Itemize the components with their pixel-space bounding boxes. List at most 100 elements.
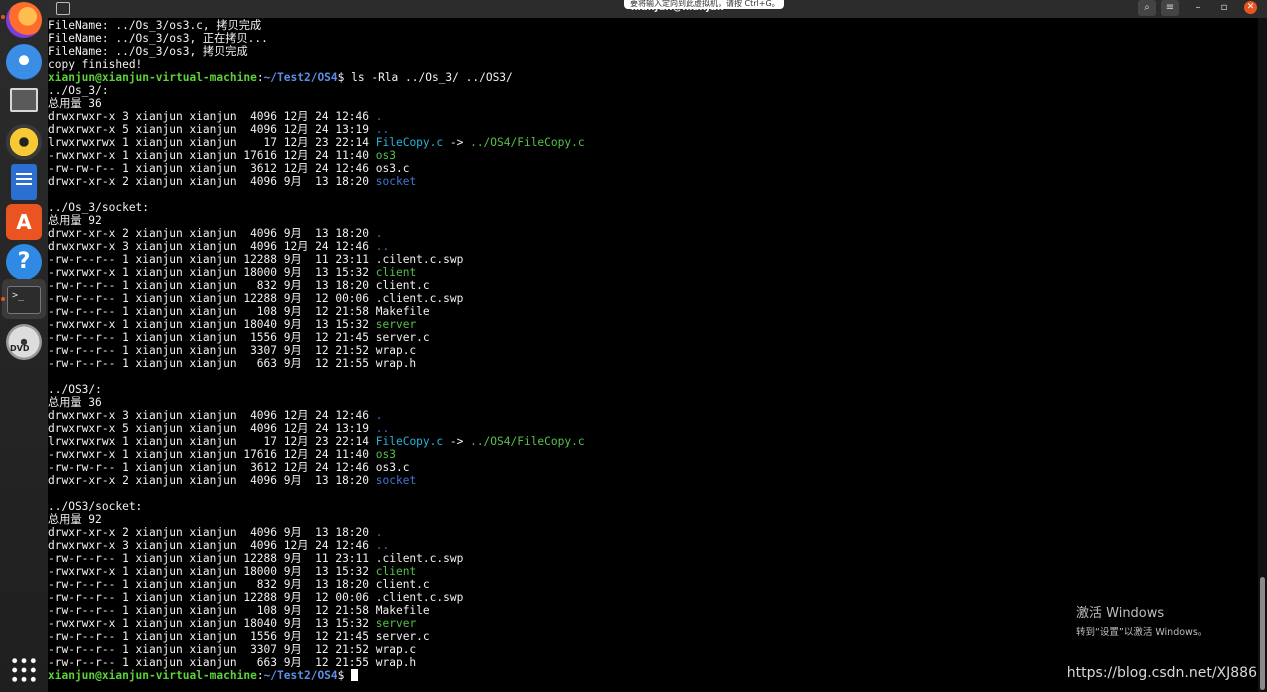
terminal-line: -rw-r--r-- 1 xianjun xianjun 1556 9月 12 … [48,630,585,643]
terminal-line: 总用量 92 [48,214,585,227]
terminal-line: FileName: ../Os_3/os3.c, 拷贝完成 [48,19,585,32]
help-icon[interactable] [6,244,42,280]
terminal-text: -rw-r--r-- 1 xianjun xianjun 3307 9月 12 … [48,643,417,656]
terminal-text: . [375,526,383,539]
search-icon[interactable]: ⌕ [1138,0,1156,16]
scrollbar-thumb[interactable] [1260,577,1265,690]
files-icon[interactable] [10,88,38,112]
terminal-line: -rw-r--r-- 1 xianjun xianjun 12288 9月 12… [48,292,585,305]
terminal-text: ../Os_3/socket: [48,201,150,214]
terminal-text: ~/Test2/OS4 [263,71,338,84]
terminal-text: 总用量 36 [48,396,102,409]
terminal-line: -rwxrwxr-x 1 xianjun xianjun 17616 12月 2… [48,149,585,162]
scrollbar[interactable] [1258,18,1267,692]
terminal-text: ../OS4/FileCopy.c [470,136,585,149]
thunderbird-icon[interactable] [6,44,42,80]
rhythmbox-icon[interactable] [6,124,42,160]
terminal-text: ../OS3/socket: [48,500,143,513]
menu-icon[interactable]: ≡ [1161,0,1179,16]
terminal-text: drwxrwxr-x 3 xianjun xianjun 4096 12月 24… [48,240,376,253]
terminal-line: drwxrwxr-x 3 xianjun xianjun 4096 12月 24… [48,110,585,123]
terminal-line: ../OS3/: [48,383,585,396]
terminal-icon[interactable] [7,286,41,314]
terminal-text: -rw-r--r-- 1 xianjun xianjun 1556 9月 12 … [48,331,430,344]
terminal-line: ../Os_3/socket: [48,201,585,214]
terminal-text: drwxr-xr-x 2 xianjun xianjun 4096 9月 13 … [48,227,376,240]
terminal-text: os3 [375,448,396,461]
terminal-text: -rwxrwxr-x 1 xianjun xianjun 18040 9月 13… [48,318,376,331]
terminal-line: drwxrwxr-x 3 xianjun xianjun 4096 12月 24… [48,539,585,552]
terminal-text: 总用量 92 [48,513,102,526]
terminal-text: -rw-r--r-- 1 xianjun xianjun 12288 9月 12… [48,591,464,604]
terminal-text: lrwxrwxrwx 1 xianjun xianjun 17 12月 23 2… [48,136,376,149]
maximize-icon[interactable]: ▫ [1215,0,1233,16]
terminal-text: socket [375,474,417,487]
terminal-text: drwxrwxr-x 5 xianjun xianjun 4096 12月 24… [48,123,376,136]
terminal-line: copy finished! [48,58,585,71]
terminal-text: -rw-r--r-- 1 xianjun xianjun 663 9月 12 2… [48,656,417,669]
terminal-line: -rw-r--r-- 1 xianjun xianjun 832 9月 13 1… [48,578,585,591]
terminal-text: os3 [375,149,396,162]
terminal-text: -rw-r--r-- 1 xianjun xianjun 12288 9月 11… [48,253,464,266]
terminal-text: FileCopy.c [375,435,444,448]
terminal-line: drwxr-xr-x 2 xianjun xianjun 4096 9月 13 … [48,526,585,539]
terminal-text: -rw-rw-r-- 1 xianjun xianjun 3612 12月 24… [48,162,410,175]
software-store-icon[interactable] [6,204,42,240]
firefox-icon[interactable] [6,2,42,38]
prompt-user-host: xianjun@xianjun-virtual-machine [48,669,257,682]
terminal-line: -rwxrwxr-x 1 xianjun xianjun 18040 9月 13… [48,617,585,630]
terminal-text: -rwxrwxr-x 1 xianjun xianjun 17616 12月 2… [48,149,376,162]
prompt-line[interactable]: xianjun@xianjun-virtual-machine:~/Test2/… [48,669,585,682]
terminal-text: -rwxrwxr-x 1 xianjun xianjun 18040 9月 13… [48,617,376,630]
libreoffice-writer-icon[interactable] [11,164,37,200]
terminal-text: -> [443,136,471,149]
terminal-text: .. [375,123,390,136]
terminal-line: -rw-rw-r-- 1 xianjun xianjun 3612 12月 24… [48,461,585,474]
show-apps-icon[interactable] [10,656,38,684]
terminal-text: -rw-r--r-- 1 xianjun xianjun 832 9月 13 1… [48,578,430,591]
terminal-line: -rw-r--r-- 1 xianjun xianjun 12288 9月 12… [48,591,585,604]
terminal-text: ../OS3/: [48,383,102,396]
terminal-text: drwxr-xr-x 2 xianjun xianjun 4096 9月 13 … [48,526,376,539]
terminal-text: -> [443,435,471,448]
terminal-text: FileName: ../Os_3/os3, 正在拷贝... [48,32,268,45]
running-indicator [1,297,5,301]
terminal-text: .. [375,422,390,435]
terminal-text: drwxrwxr-x 3 xianjun xianjun 4096 12月 24… [48,409,376,422]
terminal-text: FileName: ../Os_3/os3.c, 拷贝完成 [48,19,262,32]
activate-subtitle: 转到“设置”以激活 Windows。 [1076,627,1208,638]
prompt-separator: : [256,669,264,682]
terminal-text: .. [375,240,390,253]
terminal-line: drwxr-xr-x 2 xianjun xianjun 4096 9月 13 … [48,175,585,188]
terminal-text: drwxr-xr-x 2 xianjun xianjun 4096 9月 13 … [48,474,376,487]
minimize-icon[interactable]: – [1189,0,1207,16]
terminal-line: 总用量 92 [48,513,585,526]
terminal-line: -rw-rw-r-- 1 xianjun xianjun 3612 12月 24… [48,162,585,175]
dvd-icon[interactable] [6,324,42,360]
terminal-line: ../OS3/socket: [48,500,585,513]
terminal-output[interactable]: FileName: ../Os_3/os3.c, 拷贝完成 FileName: .… [48,18,1258,692]
terminal-text: xianjun@xianjun-virtual-machine [48,71,257,84]
text-cursor [351,669,359,681]
prompt-path: ~/Test2/OS4 [263,669,338,682]
terminal-line: -rw-r--r-- 1 xianjun xianjun 3307 9月 12 … [48,643,585,656]
terminal-text: -rw-r--r-- 1 xianjun xianjun 3307 9月 12 … [48,344,417,357]
terminal-line: xianjun@xianjun-virtual-machine:~/Test2/… [48,71,585,84]
terminal-text: -rw-r--r-- 1 xianjun xianjun 108 9月 12 2… [48,305,430,318]
close-icon[interactable]: ✕ [1244,1,1257,14]
terminal-text: -rw-r--r-- 1 xianjun xianjun 12288 9月 11… [48,552,464,565]
terminal-lines: FileName: ../Os_3/os3.c, 拷贝完成 FileName: .… [48,19,585,682]
terminal-text: . [375,409,383,422]
terminal-line: drwxrwxr-x 3 xianjun xianjun 4096 12月 24… [48,409,585,422]
running-indicator [1,15,5,19]
terminal-text: server [375,617,417,630]
terminal-text: -rwxrwxr-x 1 xianjun xianjun 18000 9月 13… [48,266,376,279]
terminal-text: -rw-r--r-- 1 xianjun xianjun 12288 9月 12… [48,292,464,305]
terminal-line: -rw-r--r-- 1 xianjun xianjun 108 9月 12 2… [48,604,585,617]
terminal-text: .. [375,539,390,552]
terminal-header-bar: xianjun@xianjun 要将输入定向到此虚拟机，请按 Ctrl+G。 ⌕… [48,0,1267,18]
terminal-text: client [375,565,417,578]
terminal-text: 总用量 92 [48,214,102,227]
